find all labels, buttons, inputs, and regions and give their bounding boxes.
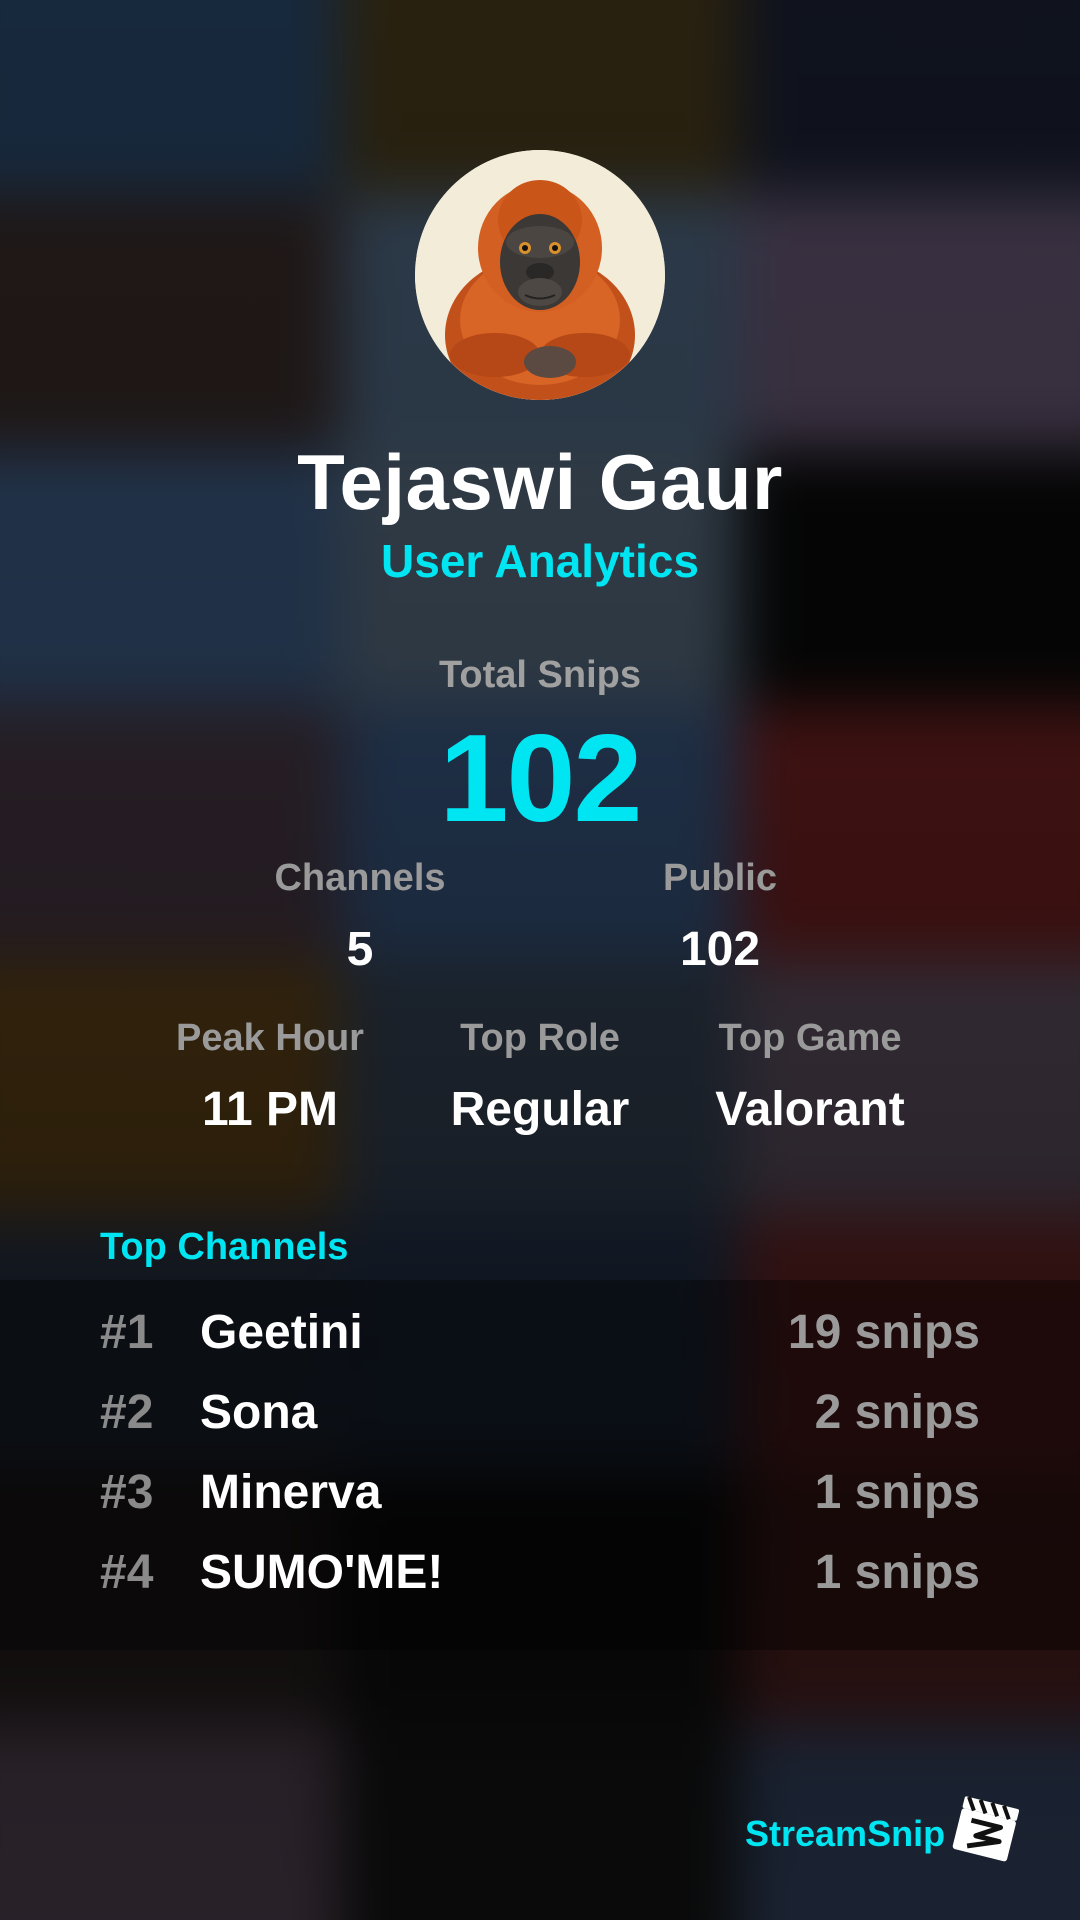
top-channels-title: Top Channels [100, 1226, 349, 1268]
stat-channels: Channels 5 [220, 855, 500, 979]
stat-peak-hour: Peak Hour 11 PM [130, 1015, 410, 1139]
page-subtitle: User Analytics [381, 535, 699, 587]
analytics-card: Tejaswi Gaur User Analytics Total Snips … [0, 0, 1080, 1920]
channel-rank: #1 [100, 1306, 154, 1359]
stat-value: Valorant [715, 1083, 905, 1136]
stat-label: Top Game [718, 1017, 902, 1059]
channel-rank: #3 [100, 1466, 154, 1519]
stat-label: Channels [274, 857, 446, 899]
stat-label: Top Role [460, 1017, 620, 1059]
stat-value: 102 [679, 923, 761, 976]
channel-snip-count: 19 snips [787, 1306, 980, 1359]
stat-top-role: Top Role Regular [400, 1015, 680, 1139]
stat-top-game: Top Game Valorant [670, 1015, 950, 1139]
channel-snip-count: 1 snips [814, 1546, 980, 1599]
user-name: Tejaswi Gaur [297, 438, 783, 526]
stat-label: Public [662, 857, 778, 899]
channel-rank: #4 [100, 1546, 154, 1599]
clapperboard-icon [948, 1790, 1024, 1866]
stat-label: Peak Hour [176, 1017, 364, 1059]
list-item: #3 Minerva 1 snips [100, 1458, 980, 1538]
list-item: #4 SUMO'ME! 1 snips [100, 1538, 980, 1618]
orangutan-avatar [415, 150, 665, 400]
top-channels-list: #1 Geetini 19 snips #2 Sona 2 snips #3 M… [100, 1298, 980, 1618]
channel-name: Minerva [200, 1466, 382, 1519]
channel-snip-count: 1 snips [814, 1466, 980, 1519]
stat-value: 11 PM [201, 1083, 339, 1136]
channel-snip-count: 2 snips [814, 1386, 980, 1439]
stat-value: 5 [346, 923, 374, 976]
channel-rank: #2 [100, 1386, 154, 1439]
brand-name: StreamSnip [745, 1813, 946, 1854]
channel-name: Sona [200, 1386, 318, 1439]
list-item: #2 Sona 2 snips [100, 1378, 980, 1458]
stat-public: Public 102 [580, 855, 860, 979]
total-snips-value: 102 [439, 710, 643, 848]
stat-value: Regular [450, 1083, 630, 1136]
list-item: #1 Geetini 19 snips [100, 1298, 980, 1378]
channel-name: SUMO'ME! [200, 1546, 444, 1599]
channel-name: Geetini [200, 1306, 363, 1359]
total-snips-label: Total Snips [439, 654, 641, 696]
